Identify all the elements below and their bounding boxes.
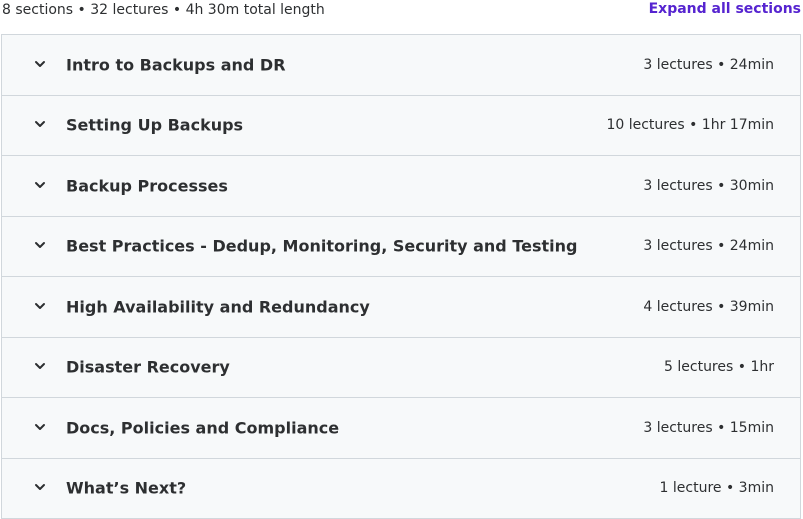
section-row-disaster-recovery[interactable]: Disaster Recovery 5 lectures • 1hr [2,338,800,399]
section-row-docs-policies-and-compliance[interactable]: Docs, Policies and Compliance 3 lectures… [2,398,800,459]
section-title: What’s Next? [66,479,186,498]
section-title: Backup Processes [66,176,228,195]
section-row-backup-processes[interactable]: Backup Processes 3 lectures • 30min [2,156,800,217]
section-title: Setting Up Backups [66,116,243,135]
curriculum-sections-list: Intro to Backups and DR 3 lectures • 24m… [1,34,801,519]
chevron-down-icon [33,117,47,131]
section-title: Disaster Recovery [66,358,230,377]
curriculum-header: 8 sections • 32 lectures • 4h 30m total … [0,0,803,34]
section-lecture-count-duration: 5 lectures • 1hr [664,359,774,375]
chevron-down-icon [33,57,47,71]
chevron-down-icon [33,238,47,252]
section-row-high-availability-and-redundancy[interactable]: High Availability and Redundancy 4 lectu… [2,277,800,338]
section-lecture-count-duration: 3 lectures • 24min [643,57,774,73]
section-lecture-count-duration: 1 lecture • 3min [660,480,774,496]
chevron-down-icon [33,359,47,373]
section-lecture-count-duration: 10 lectures • 1hr 17min [606,117,774,133]
section-lecture-count-duration: 3 lectures • 15min [643,420,774,436]
section-row-setting-up-backups[interactable]: Setting Up Backups 10 lectures • 1hr 17m… [2,96,800,157]
section-title: Best Practices - Dedup, Monitoring, Secu… [66,237,577,256]
section-lecture-count-duration: 3 lectures • 24min [643,238,774,254]
section-title: Intro to Backups and DR [66,55,286,74]
section-lecture-count-duration: 3 lectures • 30min [643,178,774,194]
section-title: High Availability and Redundancy [66,297,370,316]
section-row-whats-next[interactable]: What’s Next? 1 lecture • 3min [2,459,800,519]
section-row-best-practices[interactable]: Best Practices - Dedup, Monitoring, Secu… [2,217,800,278]
chevron-down-icon [33,480,47,494]
chevron-down-icon [33,299,47,313]
section-lecture-count-duration: 4 lectures • 39min [643,299,774,315]
section-title: Docs, Policies and Compliance [66,418,339,437]
chevron-down-icon [33,420,47,434]
section-row-intro-to-backups-and-dr[interactable]: Intro to Backups and DR 3 lectures • 24m… [2,35,800,96]
chevron-down-icon [33,178,47,192]
expand-all-sections-button[interactable]: Expand all sections [649,1,801,17]
course-summary: 8 sections • 32 lectures • 4h 30m total … [2,2,325,18]
